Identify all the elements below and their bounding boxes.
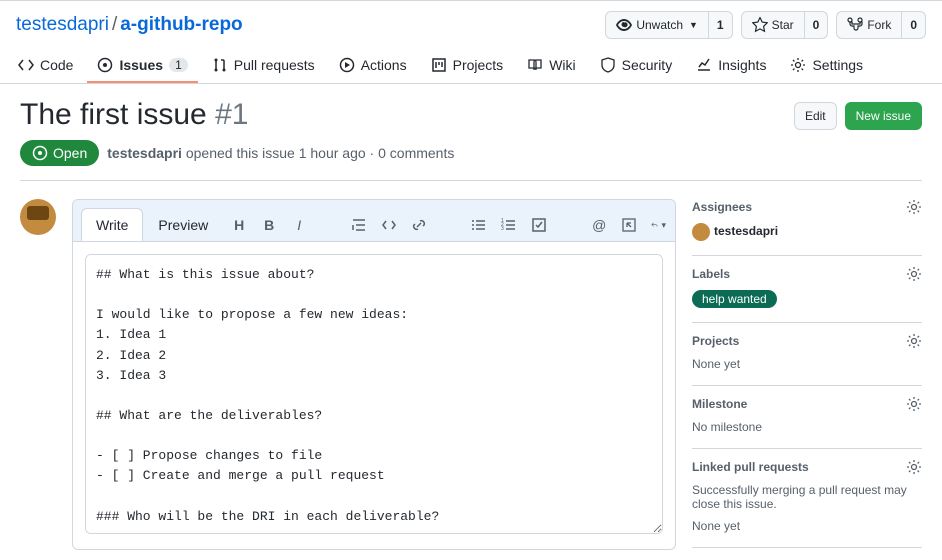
- star-button[interactable]: Star: [741, 11, 805, 39]
- gear-icon: [790, 57, 806, 73]
- issue-meta: testesdapri opened this issue 1 hour ago…: [107, 145, 454, 161]
- assignee-avatar: [692, 223, 710, 241]
- graph-icon: [696, 57, 712, 73]
- shield-icon: [600, 57, 616, 73]
- tab-security[interactable]: Security: [590, 49, 683, 83]
- fork-button[interactable]: Fork: [836, 11, 902, 39]
- quote-icon[interactable]: [351, 217, 367, 233]
- reference-icon[interactable]: [621, 217, 637, 233]
- mention-icon[interactable]: @: [591, 217, 607, 233]
- breadcrumb: testesdapri/a-github-repo: [16, 14, 243, 36]
- author-avatar[interactable]: [20, 199, 56, 235]
- markdown-toolbar: H B I 123 @ ▾: [223, 217, 675, 241]
- tab-actions[interactable]: Actions: [329, 49, 417, 83]
- gear-icon[interactable]: [906, 333, 922, 349]
- tab-settings[interactable]: Settings: [780, 49, 873, 83]
- play-icon: [339, 57, 355, 73]
- new-issue-button[interactable]: New issue: [845, 102, 922, 130]
- eye-icon: [616, 17, 632, 33]
- gear-icon[interactable]: [906, 396, 922, 412]
- star-icon: [752, 17, 768, 33]
- linked-pr-body: None yet: [692, 519, 922, 533]
- state-badge: Open: [20, 140, 99, 166]
- tasklist-icon[interactable]: [531, 217, 547, 233]
- heading-icon[interactable]: H: [231, 217, 247, 233]
- issue-title: The first issue #1: [20, 98, 248, 132]
- svg-text:3: 3: [501, 226, 504, 232]
- repo-name-link[interactable]: a-github-repo: [120, 14, 242, 35]
- pull-icon: [212, 57, 228, 73]
- repo-tabs: Code Issues1 Pull requests Actions Proje…: [0, 49, 942, 83]
- label-pill[interactable]: help wanted: [692, 290, 777, 308]
- milestone-heading: Milestone: [692, 397, 747, 411]
- issues-counter: 1: [169, 58, 188, 72]
- gear-icon[interactable]: [906, 199, 922, 215]
- book-icon: [527, 57, 543, 73]
- labels-heading: Labels: [692, 267, 730, 281]
- unwatch-button[interactable]: Unwatch▼: [605, 11, 709, 39]
- fork-icon: [847, 17, 863, 33]
- tab-code[interactable]: Code: [8, 49, 83, 83]
- link-icon[interactable]: [411, 217, 427, 233]
- linked-pr-heading: Linked pull requests: [692, 460, 809, 474]
- tab-projects[interactable]: Projects: [421, 49, 514, 83]
- fork-count[interactable]: 0: [902, 11, 926, 39]
- repo-owner-link[interactable]: testesdapri: [16, 14, 109, 35]
- tab-wiki[interactable]: Wiki: [517, 49, 585, 83]
- milestone-body: No milestone: [692, 420, 922, 434]
- gear-icon[interactable]: [906, 266, 922, 282]
- tab-insights[interactable]: Insights: [686, 49, 776, 83]
- tab-issues[interactable]: Issues1: [87, 49, 197, 83]
- italic-icon[interactable]: I: [291, 217, 307, 233]
- edit-button[interactable]: Edit: [794, 102, 837, 130]
- preview-tab[interactable]: Preview: [143, 208, 223, 241]
- assignees-heading: Assignees: [692, 200, 752, 214]
- issue-icon: [97, 57, 113, 73]
- projects-heading: Projects: [692, 334, 739, 348]
- tab-pulls[interactable]: Pull requests: [202, 49, 325, 83]
- comment-textarea[interactable]: [85, 254, 663, 534]
- repo-actions: Unwatch▼ 1 Star 0 Fork 0: [605, 11, 926, 39]
- write-tab[interactable]: Write: [81, 208, 143, 241]
- gear-icon[interactable]: [906, 459, 922, 475]
- ul-icon[interactable]: [471, 217, 487, 233]
- reply-icon[interactable]: ▾: [651, 217, 667, 233]
- assignee-row[interactable]: testesdapri: [692, 223, 922, 241]
- star-count[interactable]: 0: [805, 11, 829, 39]
- bold-icon[interactable]: B: [261, 217, 277, 233]
- projects-body: None yet: [692, 357, 922, 371]
- code-icon[interactable]: [381, 217, 397, 233]
- comment-editor: Write Preview H B I 123: [72, 199, 676, 550]
- watch-count[interactable]: 1: [709, 11, 733, 39]
- linked-pr-desc: Successfully merging a pull request may …: [692, 483, 922, 511]
- ol-icon[interactable]: 123: [501, 217, 517, 233]
- project-icon: [431, 57, 447, 73]
- issue-open-icon: [32, 145, 48, 161]
- code-icon: [18, 57, 34, 73]
